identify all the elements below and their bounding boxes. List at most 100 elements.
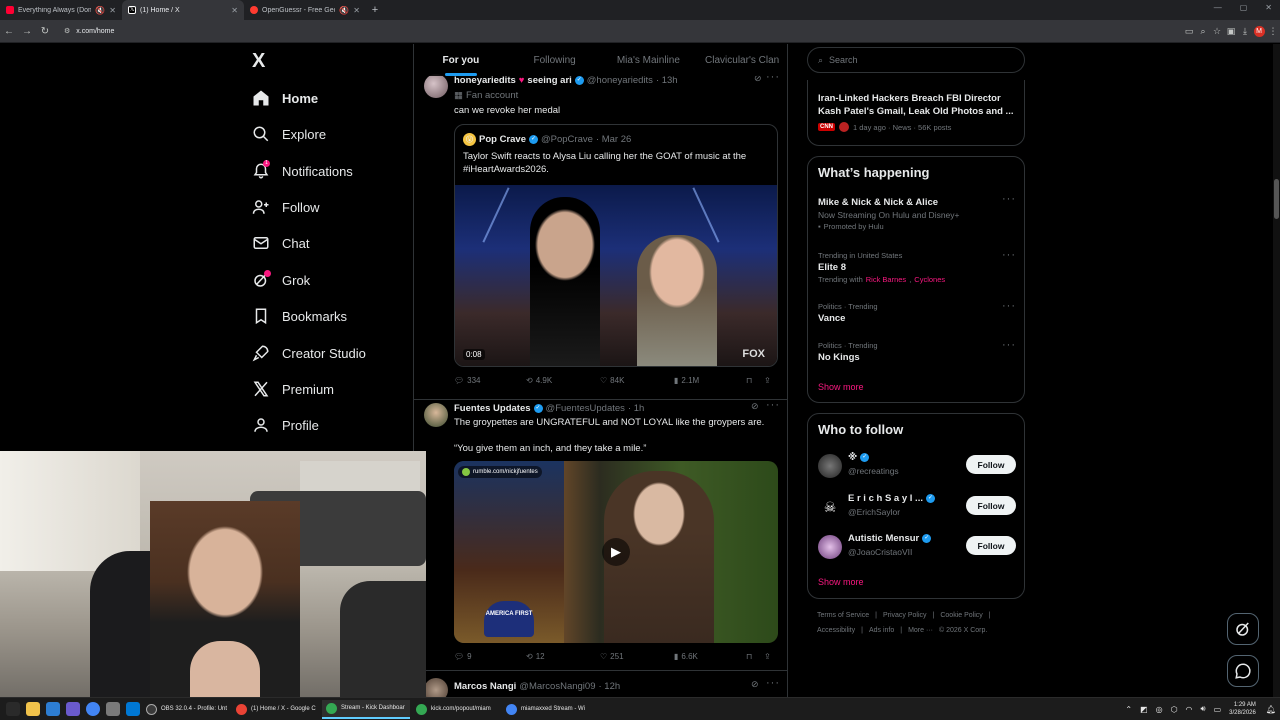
extensions-icon[interactable]: ▣: [1224, 26, 1238, 37]
browser-tab[interactable]: OpenGuessr - Free GeoGue 🔇 ✕: [244, 0, 366, 20]
post[interactable]: honeyariedits ♥ seeing ari ✓ @honeyaried…: [414, 64, 787, 400]
follow-button[interactable]: Follow: [966, 496, 1016, 515]
scrollbar-thumb[interactable]: [1274, 179, 1279, 219]
browser-tab-active[interactable]: 𝕏 (1) Home / X ✕: [122, 0, 244, 20]
follow-button[interactable]: Follow: [966, 536, 1016, 555]
like-button[interactable]: ♡ 251: [600, 652, 674, 661]
post-time[interactable]: · 12h: [598, 681, 620, 692]
popcrave-avatar[interactable]: 😮: [463, 133, 476, 146]
footer-link[interactable]: Ads info: [869, 627, 894, 634]
repost-button[interactable]: ⟲ 12: [526, 652, 600, 661]
reload-icon[interactable]: ↻: [36, 26, 54, 37]
author-handle[interactable]: @honeyariedits: [587, 75, 653, 86]
star-icon[interactable]: ☆: [1210, 26, 1224, 37]
video-player[interactable]: rumble.com/nickjfuentes AMERICA FIRST ▶: [454, 461, 778, 643]
tray-app-icon[interactable]: ⬡: [1171, 705, 1178, 714]
trend-link[interactable]: Rick Barnes: [866, 275, 906, 284]
trend-item[interactable]: Politics · Trending Vance: [818, 302, 1018, 326]
taskbar-app[interactable]: miamaxxed Stream - Wi: [502, 700, 590, 719]
tab-following[interactable]: Following: [508, 44, 602, 76]
author-name[interactable]: honeyariedits: [454, 75, 516, 86]
nav-grok[interactable]: Grok: [252, 269, 310, 291]
nav-premium[interactable]: Premium: [252, 378, 334, 400]
follow-button[interactable]: Follow: [966, 455, 1016, 474]
avatar[interactable]: [818, 454, 842, 478]
quote-author-name[interactable]: Pop Crave: [479, 134, 526, 145]
trend-link[interactable]: Cyclones: [914, 275, 945, 284]
nav-profile[interactable]: Profile: [252, 414, 319, 436]
site-info-icon[interactable]: ⚙: [64, 27, 70, 35]
author-name[interactable]: Marcos Nangi: [454, 681, 516, 692]
tray-chevron-icon[interactable]: ⌃: [1125, 705, 1132, 714]
reply-button[interactable]: 💬︎ 334: [454, 376, 526, 385]
file-explorer-icon[interactable]: [26, 702, 40, 716]
cast-icon[interactable]: ▭: [1182, 26, 1196, 37]
tray-app-icon[interactable]: ◩: [1140, 705, 1148, 714]
close-tab-icon[interactable]: ✕: [109, 6, 116, 15]
tab-for-you[interactable]: For you: [414, 44, 508, 76]
minimize-icon[interactable]: —: [1214, 3, 1222, 12]
url-field[interactable]: ⚙ x.com/home: [58, 23, 1182, 40]
avatar[interactable]: [818, 535, 842, 559]
page-scrollbar[interactable]: [1273, 44, 1280, 697]
repost-button[interactable]: ⟲ 4.9K: [526, 376, 600, 385]
more-options-icon[interactable]: ···: [1002, 249, 1016, 261]
nav-explore[interactable]: Explore: [252, 123, 326, 145]
clock[interactable]: 1:29 AM 3/28/2026: [1229, 701, 1256, 717]
x-logo[interactable]: X: [252, 50, 265, 73]
nav-follow[interactable]: Follow: [252, 196, 320, 218]
views-button[interactable]: ▮ 2.1M: [674, 376, 746, 385]
avatar[interactable]: [424, 403, 448, 427]
author-handle[interactable]: @FuentesUpdates: [546, 403, 625, 414]
play-icon[interactable]: ▶: [602, 538, 630, 566]
more-options-icon[interactable]: ···: [766, 677, 780, 689]
taskbar-app[interactable]: kick.com/popout/miam: [412, 700, 500, 719]
more-options-icon[interactable]: ···: [1002, 193, 1016, 205]
messages-floating-button[interactable]: [1227, 655, 1259, 687]
downloads-icon[interactable]: ⤓: [1238, 26, 1252, 37]
profile-avatar-icon[interactable]: M: [1252, 25, 1266, 37]
taskbar-app-active[interactable]: Stream - Kick Dashboar: [322, 699, 410, 719]
browser-tab[interactable]: Everything Always (Dom D 🔇 ✕: [0, 0, 122, 20]
close-window-icon[interactable]: ✕: [1265, 3, 1272, 12]
nav-chat[interactable]: Chat: [252, 232, 309, 254]
news-title[interactable]: Iran-Linked Hackers Breach FBI Director …: [818, 92, 1018, 118]
quoted-post[interactable]: 😮 Pop Crave ✓ @PopCrave · Mar 26 Taylor …: [454, 124, 778, 367]
trend-item[interactable]: Politics · Trending No Kings: [818, 341, 1018, 365]
bookmark-button[interactable]: ⊓: [746, 652, 764, 661]
store-icon[interactable]: [46, 702, 60, 716]
back-icon[interactable]: ←: [0, 26, 18, 37]
footer-link[interactable]: Privacy Policy: [883, 612, 927, 619]
author-handle[interactable]: @MarcosNangi09: [519, 681, 595, 692]
network-icon[interactable]: ◠: [1186, 705, 1193, 714]
close-tab-icon[interactable]: ✕: [231, 6, 238, 15]
tray-app-icon[interactable]: ◎: [1156, 705, 1163, 714]
quote-handle[interactable]: @PopCrave: [541, 134, 593, 145]
more-options-icon[interactable]: ···: [1002, 339, 1016, 351]
like-button[interactable]: ♡ 84K: [600, 376, 674, 385]
nav-creator-studio[interactable]: Creator Studio: [252, 342, 366, 364]
new-tab-button[interactable]: +: [366, 4, 384, 16]
start-icon[interactable]: [6, 702, 20, 716]
mute-icon[interactable]: 🔇: [95, 6, 105, 15]
tab-mias-mainline[interactable]: Mia's Mainline: [602, 44, 696, 76]
grok-post-icon[interactable]: ⊘: [751, 401, 760, 412]
maximize-icon[interactable]: ▢: [1240, 3, 1248, 12]
bookmark-button[interactable]: ⊓: [746, 376, 764, 385]
taskbar-app[interactable]: (1) Home / X - Google C: [232, 700, 320, 719]
show-more-link[interactable]: Show more: [818, 382, 864, 392]
share-icon[interactable]: ⇪: [764, 376, 771, 385]
trend-item[interactable]: Mike & Nick & Nick & Alice Now Streaming…: [818, 195, 1018, 231]
footer-link[interactable]: Accessibility: [817, 627, 855, 634]
chrome-icon[interactable]: [86, 702, 100, 716]
footer-link[interactable]: Terms of Service: [817, 612, 869, 619]
nav-bookmarks[interactable]: Bookmarks: [252, 305, 347, 327]
author-name[interactable]: Fuentes Updates: [454, 403, 531, 414]
skull-avatar[interactable]: ☠: [818, 495, 842, 519]
more-options-icon[interactable]: ···: [766, 399, 780, 411]
views-button[interactable]: ▮ 6.6K: [674, 652, 746, 661]
mute-icon[interactable]: 🔇: [339, 6, 349, 15]
nav-notifications[interactable]: 1 Notifications: [252, 160, 353, 182]
taskbar-app[interactable]: OBS 32.0.4 - Profile: Unt: [142, 700, 230, 719]
footer-link[interactable]: More ···: [908, 627, 933, 634]
